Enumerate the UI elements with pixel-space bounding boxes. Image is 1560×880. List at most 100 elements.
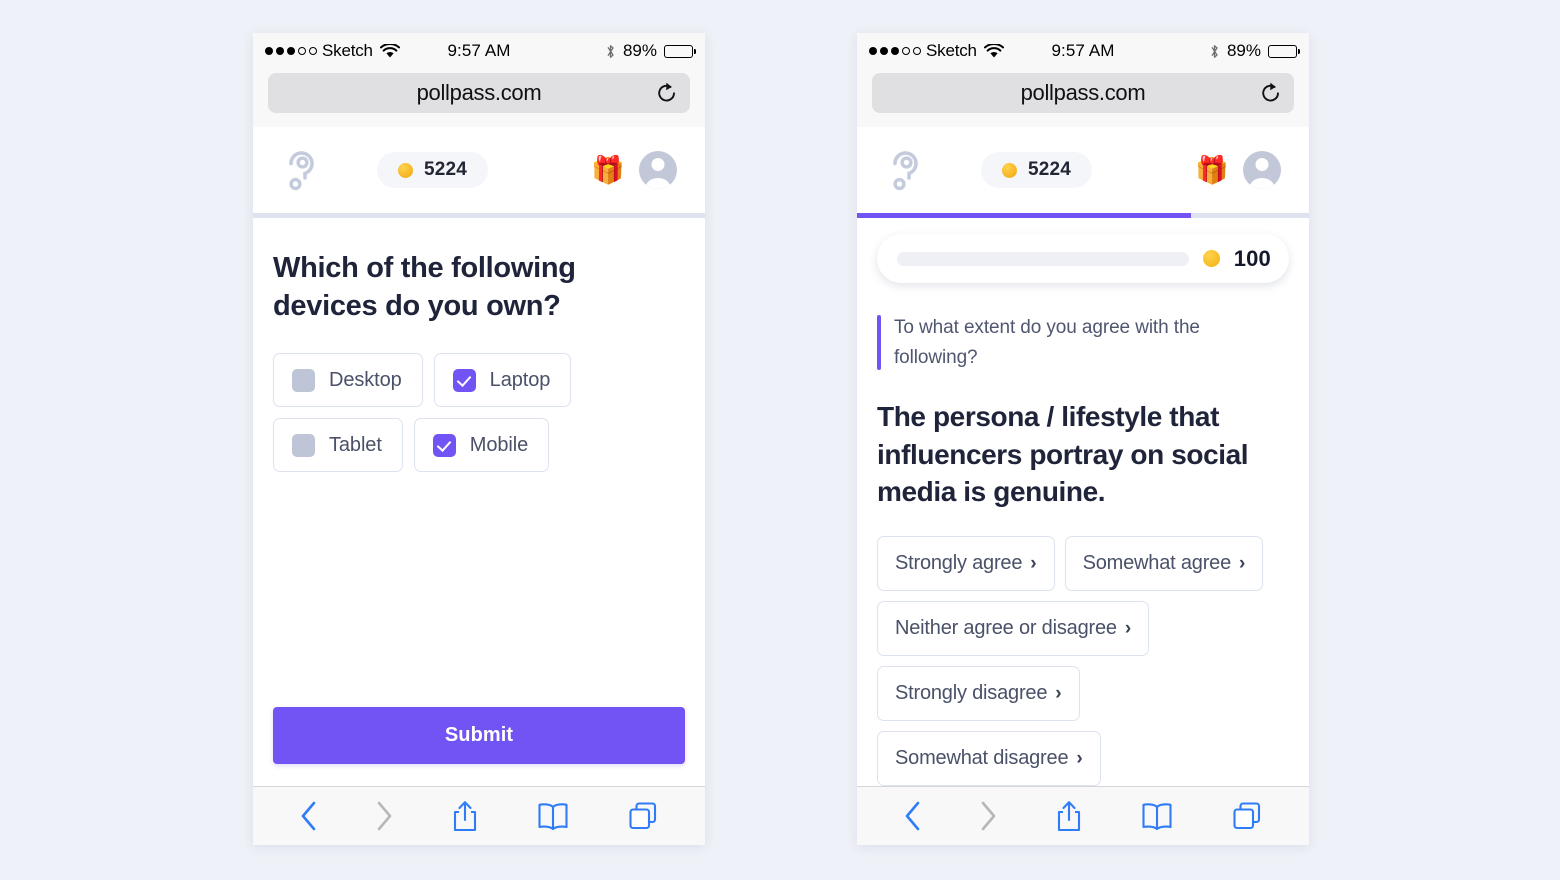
- phone-right: Sketch 9:57 AM 89% pollpass.com 5224 🎁 1…: [857, 33, 1309, 845]
- reload-icon[interactable]: [656, 81, 678, 105]
- answer-option-somewhat-disagree[interactable]: Somewhat disagree ›: [877, 731, 1101, 786]
- url-field-right[interactable]: pollpass.com: [872, 73, 1294, 113]
- coin-balance-label: 5224: [424, 159, 468, 180]
- forward-button[interactable]: [366, 797, 403, 835]
- status-bar-right: Sketch 9:57 AM 89%: [857, 33, 1309, 69]
- wifi-icon: [379, 43, 400, 57]
- checkbox-options-group: Desktop Laptop Tablet Mobile: [273, 353, 685, 473]
- share-icon: [1057, 801, 1081, 832]
- coin-balance-label: 5224: [1028, 159, 1072, 180]
- battery-icon: [1268, 44, 1300, 58]
- book-icon: [1142, 803, 1172, 830]
- coin-balance-pill[interactable]: 5224: [981, 152, 1093, 188]
- pollpass-logo-icon[interactable]: [281, 147, 325, 193]
- share-icon: [453, 801, 477, 832]
- bluetooth-icon: [607, 44, 614, 58]
- checkbox-box-desktop[interactable]: [292, 368, 315, 392]
- checkbox-option-tablet[interactable]: Tablet: [273, 418, 403, 473]
- tabs-icon: [1233, 802, 1260, 830]
- bookmarks-button[interactable]: [1131, 798, 1183, 834]
- checkbox-label-tablet: Tablet: [329, 433, 382, 456]
- question-title: Which of the following devices do you ow…: [273, 252, 576, 322]
- battery-percent-label: 89%: [622, 41, 657, 60]
- chevron-right-icon: [377, 801, 392, 831]
- status-bar-left: Sketch 9:57 AM 89%: [253, 33, 705, 69]
- carrier-label: Sketch: [926, 41, 977, 60]
- status-right-group-right: 89%: [1209, 41, 1300, 61]
- checkbox-box-laptop[interactable]: [452, 368, 476, 392]
- checkbox-label-desktop: Desktop: [329, 368, 402, 391]
- points-value-label: 100: [1233, 245, 1271, 271]
- checkbox-label-laptop: Laptop: [489, 368, 551, 391]
- tabs-icon: [629, 802, 656, 830]
- avatar-icon[interactable]: [1243, 151, 1281, 189]
- pollpass-logo-icon[interactable]: [885, 147, 929, 193]
- bluetooth-icon: [1211, 44, 1218, 58]
- back-button[interactable]: [894, 797, 931, 835]
- statement-title: The persona / lifestyle that influencers…: [877, 401, 1249, 507]
- coin-icon: [1202, 250, 1220, 268]
- intro-quote-block: To what extent do you agree with the fol…: [877, 313, 1289, 372]
- tabs-button[interactable]: [1222, 797, 1272, 835]
- chevron-right-icon: ›: [1076, 748, 1083, 769]
- checkbox-option-laptop[interactable]: Laptop: [433, 353, 572, 408]
- answer-label: Somewhat disagree: [895, 747, 1069, 769]
- reload-icon[interactable]: [1260, 81, 1282, 105]
- back-button[interactable]: [290, 797, 327, 835]
- url-text: pollpass.com: [1020, 80, 1146, 105]
- carrier-label: Sketch: [322, 41, 373, 60]
- answer-label: Strongly disagree: [895, 682, 1048, 704]
- checkbox-option-mobile[interactable]: Mobile: [413, 418, 550, 473]
- points-card: 100: [877, 234, 1289, 284]
- header-right-group: 🎁: [591, 151, 677, 189]
- safari-toolbar-right: [857, 786, 1309, 845]
- phone-left: Sketch 9:57 AM 89% pollpass.com 5224 🎁 W…: [253, 33, 705, 845]
- coin-icon: [398, 162, 413, 178]
- survey-content-left: Which of the following devices do you ow…: [253, 218, 705, 707]
- chevron-left-icon: [302, 801, 316, 831]
- signal-dots-icon: [265, 47, 317, 55]
- battery-percent-label: 89%: [1226, 41, 1261, 60]
- answer-options-group: Strongly agree › Somewhat agree › Neithe…: [877, 536, 1289, 786]
- status-left-group: Sketch: [265, 41, 400, 61]
- answer-option-strongly-agree[interactable]: Strongly agree ›: [877, 536, 1055, 591]
- share-button[interactable]: [1046, 796, 1092, 836]
- forward-button[interactable]: [970, 797, 1007, 835]
- checkbox-box-mobile[interactable]: [432, 433, 456, 457]
- answer-option-strongly-disagree[interactable]: Strongly disagree ›: [877, 666, 1080, 721]
- tabs-button[interactable]: [618, 797, 668, 835]
- chevron-left-icon: [906, 801, 920, 831]
- url-text: pollpass.com: [416, 80, 542, 105]
- checkbox-option-desktop[interactable]: Desktop: [273, 353, 423, 408]
- points-progress-track: [897, 251, 1189, 266]
- submit-area: Submit: [253, 707, 705, 786]
- avatar-icon[interactable]: [639, 151, 677, 189]
- intro-text: To what extent do you agree with the fol…: [894, 317, 1200, 368]
- safari-url-bar-left: pollpass.com: [253, 69, 705, 127]
- status-right-group: 89%: [605, 41, 696, 61]
- chevron-right-icon: ›: [1030, 553, 1037, 574]
- chevron-right-icon: ›: [1055, 683, 1062, 704]
- gift-icon[interactable]: 🎁: [1195, 156, 1229, 184]
- battery-icon: [664, 44, 696, 58]
- answer-label: Neither agree or disagree: [895, 617, 1117, 639]
- app-header-right: 5224 🎁: [857, 127, 1309, 213]
- signal-dots-icon: [869, 47, 921, 55]
- coin-balance-pill[interactable]: 5224: [377, 152, 489, 188]
- book-icon: [538, 803, 568, 830]
- submit-button[interactable]: Submit: [273, 707, 685, 764]
- share-button[interactable]: [442, 796, 488, 836]
- chevron-right-icon: ›: [1239, 553, 1246, 574]
- chevron-right-icon: ›: [1124, 618, 1132, 639]
- answer-option-somewhat-agree[interactable]: Somewhat agree ›: [1064, 536, 1264, 591]
- bookmarks-button[interactable]: [527, 798, 579, 834]
- safari-toolbar-left: [253, 786, 705, 845]
- url-field-left[interactable]: pollpass.com: [268, 73, 690, 113]
- gift-icon[interactable]: 🎁: [591, 156, 625, 184]
- chevron-right-icon: [981, 801, 996, 831]
- checkbox-box-tablet[interactable]: [292, 433, 315, 457]
- safari-url-bar-right: pollpass.com: [857, 69, 1309, 127]
- answer-option-neither-agree-or-disagree[interactable]: Neither agree or disagree ›: [877, 601, 1150, 656]
- survey-body-left: Which of the following devices do you ow…: [253, 218, 705, 786]
- header-right-group: 🎁: [1195, 151, 1281, 189]
